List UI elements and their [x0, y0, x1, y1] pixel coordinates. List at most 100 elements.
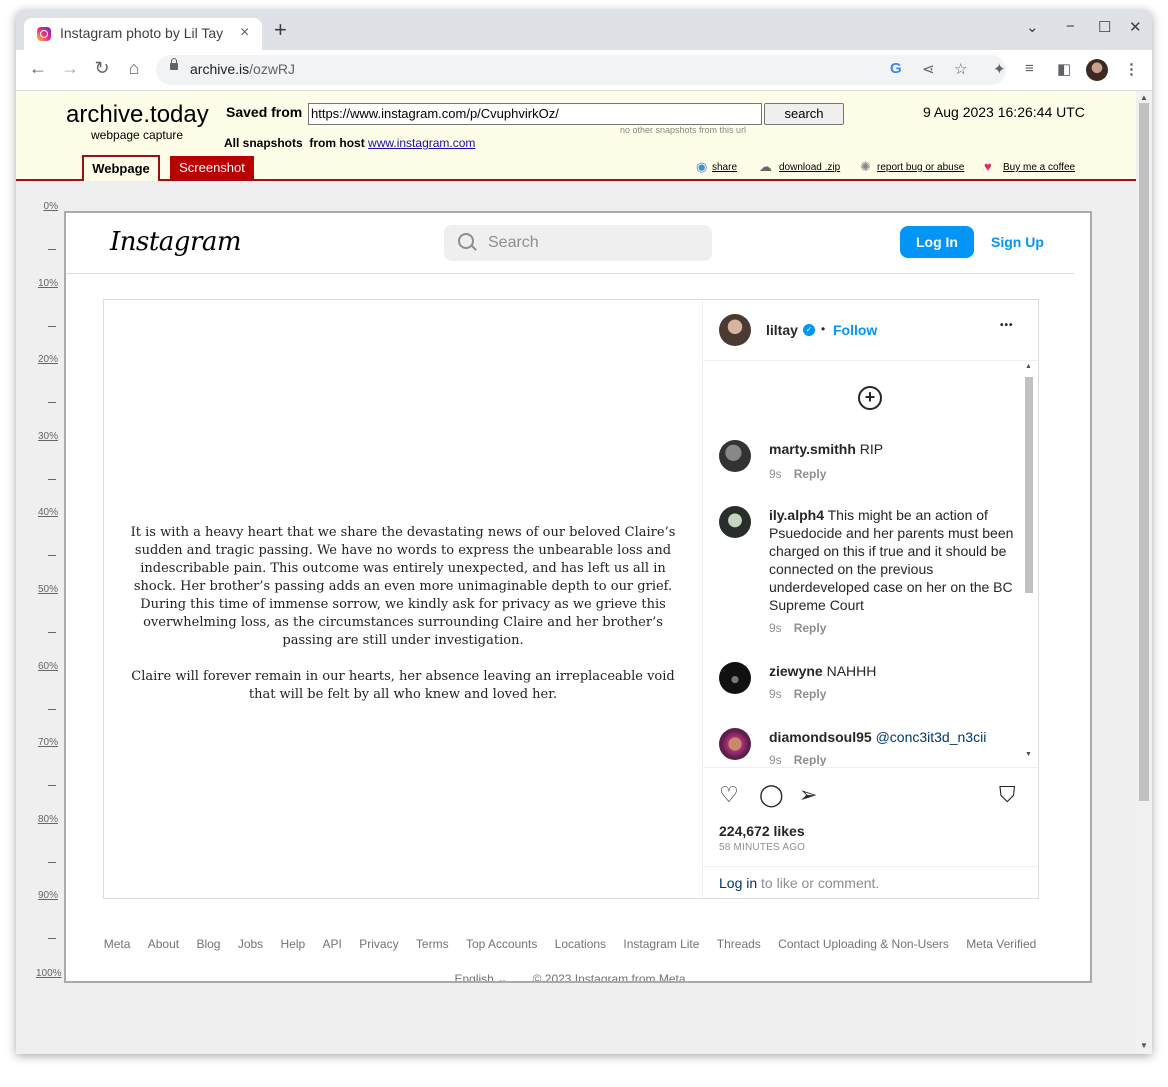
commenter-avatar[interactable]	[719, 662, 751, 694]
tab-search-icon[interactable]: ⌄	[1026, 18, 1039, 36]
scroll-down-icon[interactable]: ▼	[1140, 1041, 1148, 1050]
tab-webpage[interactable]: Webpage	[82, 155, 160, 181]
add-comment-plus-icon[interactable]: +	[858, 386, 882, 410]
tab-title: Instagram photo by Lil Tay	[60, 25, 224, 41]
footer-link-meta-verified[interactable]: Meta Verified	[966, 937, 1036, 951]
ruler-label[interactable]: 100%	[36, 968, 62, 979]
home-icon[interactable]: ⌂	[122, 58, 146, 79]
footer-link-help[interactable]: Help	[281, 937, 306, 951]
comments-scrollbar[interactable]: ▲ ▼	[1023, 363, 1035, 763]
browser-tab[interactable]: Instagram photo by Lil Tay ×	[24, 18, 262, 50]
back-arrow-icon[interactable]: ←	[26, 58, 50, 79]
reading-list-icon[interactable]: ≡	[1025, 60, 1034, 77]
ruler-label[interactable]: 80%	[36, 814, 58, 825]
minimize-button[interactable]: −	[1066, 18, 1075, 35]
address-url[interactable]: archive.is/ozwRJ	[190, 61, 295, 77]
share-link[interactable]: share	[712, 162, 737, 173]
share-paper-plane-icon[interactable]: ➢	[799, 782, 817, 808]
reply-button[interactable]: Reply	[794, 467, 827, 481]
coffee-link[interactable]: Buy me a coffee	[1003, 162, 1075, 173]
ruler-label[interactable]: 10%	[36, 278, 58, 289]
search-input[interactable]: Search	[444, 225, 712, 261]
comment-body: diamondsoul95 @conc3it3d_n3cii	[769, 728, 1015, 746]
lock-icon[interactable]	[170, 58, 178, 70]
report-link[interactable]: report bug or abuse	[877, 162, 964, 173]
like-heart-icon[interactable]: ♡	[719, 782, 739, 808]
comment-username[interactable]: diamondsoul95	[769, 729, 872, 745]
ruler-label[interactable]: 50%	[36, 584, 58, 595]
tab-close-icon[interactable]: ×	[240, 24, 249, 42]
page-viewport: archive.today webpage capture Saved from…	[16, 91, 1136, 1054]
footer-link-threads[interactable]: Threads	[717, 937, 761, 951]
host-link[interactable]: www.instagram.com	[368, 136, 475, 150]
likes-count[interactable]: 224,672 likes	[719, 823, 805, 839]
forward-arrow-icon[interactable]: →	[58, 58, 82, 79]
search-button[interactable]: search	[764, 103, 844, 125]
new-tab-button[interactable]: +	[274, 19, 287, 41]
ruler-label[interactable]: 30%	[36, 431, 58, 442]
author-username[interactable]: liltay	[766, 322, 798, 338]
footer-link-api[interactable]: API	[323, 937, 342, 951]
ruler-label[interactable]: 70%	[36, 737, 58, 748]
reply-button[interactable]: Reply	[794, 621, 827, 635]
ruler-label[interactable]: 20%	[36, 354, 58, 365]
bookmark-star-icon[interactable]: ☆	[954, 60, 967, 78]
scroll-up-icon[interactable]: ▲	[1025, 363, 1032, 370]
commenter-avatar[interactable]	[719, 440, 751, 472]
ruler-label[interactable]: 40%	[36, 507, 58, 518]
footer-link-instagram-lite[interactable]: Instagram Lite	[623, 937, 699, 951]
tab-screenshot[interactable]: Screenshot	[170, 156, 254, 179]
reply-button[interactable]: Reply	[794, 753, 827, 766]
login-button[interactable]: Log In	[900, 226, 974, 258]
follow-button[interactable]: Follow	[833, 322, 877, 338]
address-bar[interactable]: archive.is/ozwRJ G ⋖ ☆	[156, 55, 1006, 85]
comment-mention[interactable]: @conc3it3d_n3cii	[876, 729, 987, 745]
save-bookmark-icon[interactable]: ⛉	[999, 782, 1016, 808]
author-avatar[interactable]	[719, 314, 751, 346]
dot-separator: •	[821, 322, 826, 336]
comments-list[interactable]: + marty.smithh RIP 9s Reply ily.alph4 Thi…	[703, 361, 1038, 766]
share-icon[interactable]: ⋖	[922, 60, 935, 78]
scroll-down-icon[interactable]: ▼	[1025, 751, 1032, 758]
google-icon[interactable]: G	[890, 60, 902, 77]
ruler-label[interactable]: 90%	[36, 890, 58, 901]
footer-link-top-accounts[interactable]: Top Accounts	[466, 937, 537, 951]
footer-link-terms[interactable]: Terms	[416, 937, 449, 951]
menu-dots-icon[interactable]: ⋮	[1124, 60, 1139, 78]
scroll-thumb[interactable]	[1025, 377, 1033, 593]
language-select[interactable]: English ⌄	[455, 972, 508, 981]
saved-url-input[interactable]: https://www.instagram.com/p/CvuphvirkOz/	[308, 103, 762, 125]
commenter-avatar[interactable]	[719, 728, 751, 760]
ruler-label[interactable]: 0%	[36, 201, 58, 212]
side-panel-icon[interactable]: ◧	[1057, 60, 1071, 78]
footer-link-locations[interactable]: Locations	[555, 937, 606, 951]
reply-button[interactable]: Reply	[794, 687, 827, 701]
footer-link-privacy[interactable]: Privacy	[359, 937, 398, 951]
footer-link-contact-uploading[interactable]: Contact Uploading & Non-Users	[778, 937, 949, 951]
archive-brand[interactable]: archive.today	[66, 101, 209, 129]
login-link[interactable]: Log in	[719, 875, 757, 891]
footer-link-blog[interactable]: Blog	[196, 937, 220, 951]
footer-link-about[interactable]: About	[148, 937, 179, 951]
download-link[interactable]: download .zip	[779, 162, 840, 173]
comment-username[interactable]: ily.alph4	[769, 507, 824, 523]
scroll-thumb[interactable]	[1139, 103, 1149, 801]
footer-link-jobs[interactable]: Jobs	[238, 937, 263, 951]
extensions-icon[interactable]: ✦	[993, 60, 1006, 78]
profile-avatar[interactable]	[1086, 59, 1108, 81]
reload-icon[interactable]: ↻	[90, 58, 114, 79]
more-options-icon[interactable]: •••	[1000, 320, 1014, 331]
comment-bubble-icon[interactable]: ◯	[759, 782, 784, 808]
instagram-logo[interactable]: Instagram	[110, 227, 242, 257]
page-scrollbar[interactable]: ▲ ▼	[1136, 91, 1152, 1054]
ruler-label[interactable]: 60%	[36, 661, 58, 672]
login-prompt: Log in to like or comment.	[719, 875, 880, 891]
scroll-up-icon[interactable]: ▲	[1140, 93, 1148, 102]
comment-username[interactable]: marty.smithh	[769, 441, 856, 457]
comment-username[interactable]: ziewyne	[769, 663, 823, 679]
signup-link[interactable]: Sign Up	[991, 234, 1044, 250]
footer-link-meta[interactable]: Meta	[104, 937, 131, 951]
close-window-button[interactable]: ✕	[1129, 18, 1142, 36]
commenter-avatar[interactable]	[719, 506, 751, 538]
maximize-button[interactable]: ☐	[1098, 18, 1111, 36]
